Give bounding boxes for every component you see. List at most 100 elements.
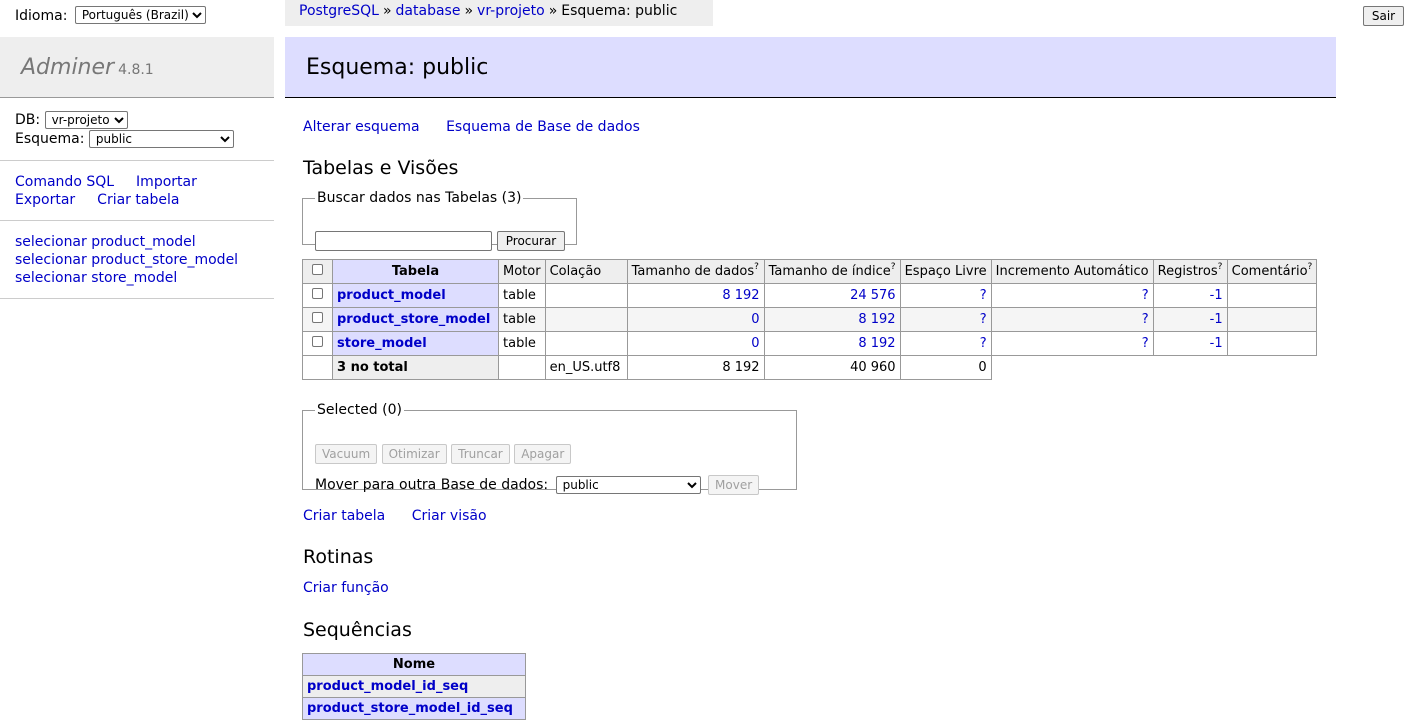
table-row: product_store_model_id_seq: [302, 697, 526, 720]
sidebar-table-list: selecionar product_model selecionar prod…: [15, 233, 238, 287]
move-target-select[interactable]: public: [555, 476, 701, 494]
language-select[interactable]: Português (Brazil): [74, 6, 206, 24]
logout-button[interactable]: Sair: [1363, 6, 1404, 26]
rows-link[interactable]: -1: [1210, 336, 1223, 351]
sequence-link[interactable]: product_model_id_seq: [307, 679, 468, 694]
free-space-link[interactable]: ?: [980, 288, 987, 303]
select-all-checkbox[interactable]: [312, 264, 323, 275]
col-tabela[interactable]: Tabela: [332, 259, 499, 284]
tables-grid: Tabela Motor Colação Tamanho de dados? T…: [302, 259, 1318, 380]
page-header: Esquema: public: [285, 37, 1336, 98]
alter-schema-link[interactable]: Alterar esquema: [303, 119, 420, 135]
export-link[interactable]: Exportar: [15, 192, 75, 208]
total-engine: [498, 355, 546, 380]
drop-button[interactable]: Apagar: [514, 444, 572, 464]
comment-cell: [1226, 283, 1318, 308]
brand-link[interactable]: Adminer 4.8.1: [21, 55, 154, 80]
page-title: Esquema: public: [306, 55, 489, 80]
engine-cell: table: [498, 331, 546, 356]
db-selector: DB: vr-projeto Esquema: public: [15, 111, 234, 149]
select-table-link[interactable]: selecionar store_model: [15, 270, 177, 286]
db-label: DB:: [15, 112, 41, 128]
truncate-button[interactable]: Truncar: [451, 444, 510, 464]
index-size-link[interactable]: 8 192: [858, 336, 895, 351]
col-colacao[interactable]: Colação: [544, 259, 628, 284]
create-table-link[interactable]: Criar tabela: [97, 192, 179, 208]
brand-header: Adminer 4.8.1: [0, 37, 274, 98]
optimize-button[interactable]: Otimizar: [381, 444, 447, 464]
schema-links: Alterar esquema Esquema de Base de dados: [303, 119, 640, 135]
row-checkbox[interactable]: [312, 336, 323, 347]
collation-cell: [544, 307, 628, 332]
import-link[interactable]: Importar: [136, 174, 197, 190]
data-size-link[interactable]: 0: [751, 312, 759, 327]
collation-cell: [544, 331, 628, 356]
routines-heading: Rotinas: [303, 546, 374, 568]
total-row: 3 no total en_US.utf8 8 192 40 960 0: [302, 355, 1317, 380]
version: 4.8.1: [118, 62, 154, 78]
sequences-table: Nome product_model_id_seq product_store_…: [302, 653, 526, 720]
col-rows[interactable]: Registros?: [1152, 259, 1228, 284]
create-table-link[interactable]: Criar tabela: [303, 508, 385, 524]
free-space-link[interactable]: ?: [980, 312, 987, 327]
search-button[interactable]: Procurar: [497, 231, 565, 251]
engine-cell: table: [498, 307, 546, 332]
comment-cell: [1226, 331, 1318, 356]
total-label: 3 no total: [332, 355, 499, 380]
table-name-link[interactable]: store_model: [337, 336, 427, 351]
sidebar-divider: [0, 160, 274, 161]
db-select[interactable]: vr-projeto: [44, 111, 128, 129]
col-data-size[interactable]: Tamanho de dados?: [626, 259, 765, 284]
table-row: product_store_model table 0 8 192 ? ? -1: [302, 307, 1318, 332]
sidebar-commands: Comando SQL Importar Exportar Criar tabela: [15, 173, 219, 209]
select-table-link[interactable]: selecionar product_store_model: [15, 252, 238, 268]
auto-increment-link[interactable]: ?: [1142, 288, 1149, 303]
sql-command-link[interactable]: Comando SQL: [15, 174, 114, 190]
sequences-heading: Sequências: [303, 619, 412, 641]
row-checkbox[interactable]: [312, 312, 323, 323]
breadcrumb-db-name[interactable]: vr-projeto: [477, 3, 545, 19]
move-button[interactable]: Mover: [708, 475, 760, 495]
total-collation: en_US.utf8: [544, 355, 628, 380]
auto-increment-link[interactable]: ?: [1142, 336, 1149, 351]
col-index-size[interactable]: Tamanho de índice?: [763, 259, 901, 284]
index-size-link[interactable]: 8 192: [858, 312, 895, 327]
search-legend: Buscar dados nas Tabelas (3): [317, 190, 522, 206]
row-checkbox[interactable]: [312, 288, 323, 299]
create-function-link[interactable]: Criar função: [303, 580, 389, 596]
col-comment[interactable]: Comentário?: [1226, 259, 1318, 284]
table-row: product_model_id_seq: [302, 675, 526, 698]
index-size-link[interactable]: 24 576: [850, 288, 896, 303]
create-view-link[interactable]: Criar visão: [412, 508, 487, 524]
language-label: Idioma:: [15, 8, 68, 24]
collation-cell: [544, 283, 628, 308]
table-name-link[interactable]: product_model: [337, 288, 446, 303]
vacuum-button[interactable]: Vacuum: [315, 444, 378, 464]
breadcrumb-database[interactable]: database: [396, 3, 461, 19]
select-table-link[interactable]: selecionar product_model: [15, 234, 196, 250]
col-auto-increment[interactable]: Incremento Automático: [990, 259, 1154, 284]
table-name-link[interactable]: product_store_model: [337, 312, 490, 327]
selected-legend: Selected (0): [317, 402, 402, 418]
comment-cell: [1226, 307, 1318, 332]
schema-select[interactable]: public: [88, 130, 234, 148]
search-fieldset: Buscar dados nas Tabelas (3) Procurar: [302, 190, 577, 251]
rows-link[interactable]: -1: [1210, 288, 1223, 303]
schema-label: Esquema:: [15, 131, 85, 147]
col-motor[interactable]: Motor: [498, 259, 546, 284]
table-header-row: Tabela Motor Colação Tamanho de dados? T…: [302, 259, 1318, 284]
rows-link[interactable]: -1: [1210, 312, 1223, 327]
total-index-size: 40 960: [763, 355, 901, 380]
select-all-cell: [302, 259, 333, 284]
total-free-space: 0: [899, 355, 992, 380]
data-size-link[interactable]: 8 192: [722, 288, 759, 303]
free-space-link[interactable]: ?: [980, 336, 987, 351]
db-schema-link[interactable]: Esquema de Base de dados: [446, 119, 640, 135]
auto-increment-link[interactable]: ?: [1142, 312, 1149, 327]
search-input[interactable]: [315, 231, 492, 251]
data-size-link[interactable]: 0: [751, 336, 759, 351]
breadcrumb-postgresql[interactable]: PostgreSQL: [299, 3, 379, 19]
col-free-space[interactable]: Espaço Livre: [899, 259, 992, 284]
sequence-link[interactable]: product_store_model_id_seq: [307, 701, 513, 716]
table-row: store_model table 0 8 192 ? ? -1: [302, 331, 1318, 356]
